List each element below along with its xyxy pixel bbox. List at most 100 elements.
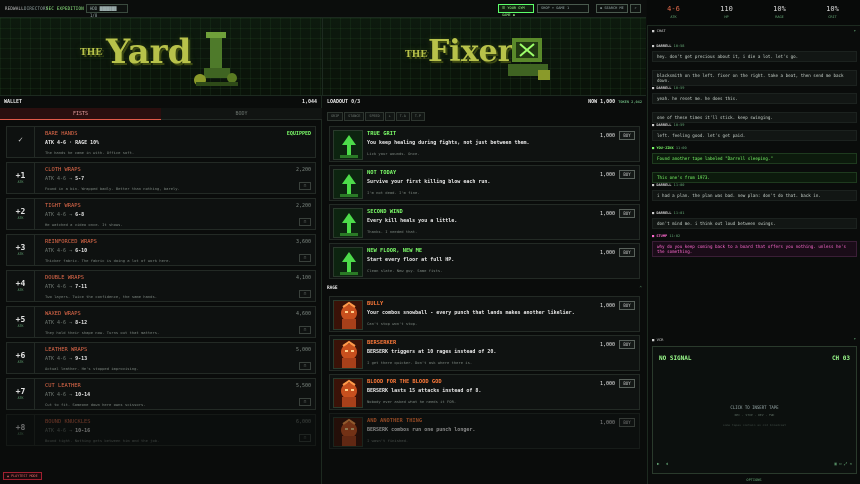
buy-button[interactable]: BUY — [619, 131, 635, 140]
fist-stat-target: 7-11 — [72, 284, 88, 290]
lock-icon: ⊓ — [299, 254, 311, 262]
fist-stat: ATK 4-6 → 5-7 — [45, 176, 84, 182]
fist-level-value: +3 — [15, 243, 26, 252]
filter-grip[interactable]: GRIP — [327, 112, 344, 121]
nav-expedition[interactable]: SEC EXPEDITION — [46, 6, 84, 11]
chat-text: This one's from 1973. — [652, 172, 857, 183]
perk-flavor: Nobody ever asked what he needs it FOR. — [367, 399, 457, 404]
fist-stat-target: 6-10 — [72, 248, 88, 254]
vcr-hint: some tapes contain an old broadcast — [722, 423, 787, 427]
insert-tape-cta[interactable]: CLICK TO INSERT TAPE — [653, 405, 856, 410]
perk-flavor: I'm not dead. I'm fine. — [367, 190, 420, 195]
fixer-logo-title: Fixer — [428, 34, 514, 69]
loadout-header: LOADOUT 0/3 NOW 1,000 TOKEN 2,042 — [323, 96, 646, 108]
fist-level-value: +8 — [15, 423, 26, 432]
shop-select[interactable]: SHOP ▾ GAME 1 — [537, 4, 589, 13]
chat-time: 11:02 — [669, 234, 681, 238]
buy-button[interactable]: BUY — [619, 379, 635, 388]
fist-stat-base: ATK 4-6 — [45, 212, 70, 218]
chat-text: don't mind me. i think out loud between … — [652, 218, 857, 229]
buy-button[interactable]: BUY — [619, 340, 635, 349]
chat-header-label: CHAT — [656, 28, 666, 33]
vcr-window-controls[interactable]: ▣ ▭ ⤢ ✕ — [834, 461, 852, 466]
perk-card[interactable]: BULLY Your combos snowball - every punch… — [329, 296, 640, 332]
fist-card[interactable]: +4 ATK DOUBLE WRAPS ATK 4-6 → 7-11 Two la… — [6, 270, 316, 302]
fist-level: ✓ — [7, 127, 35, 157]
fist-card[interactable]: ✓ BARE HANDS ATK 4-6 · RAGE 10% The hand… — [6, 126, 316, 158]
chat-text: one of these times it'll stick. keep swi… — [652, 112, 857, 123]
perk-price: 1,000 — [599, 172, 615, 178]
fist-stat: ATK 4-6 → 8-12 — [45, 320, 87, 326]
vcr-screen[interactable]: NO SIGNAL CH 03 CLICK TO INSERT TAPE REC… — [652, 346, 857, 474]
fist-level: +5 ATK — [7, 307, 35, 337]
filter-speed[interactable]: SPEED — [365, 112, 384, 121]
fist-stat: ATK 4-6 → 9-13 — [45, 356, 87, 362]
yard-logo-the: THE — [80, 48, 103, 58]
filter-slot-b[interactable]: T.A — [395, 112, 410, 121]
fist-stat: ATK 4-6 → 6-8 — [45, 212, 84, 218]
perk-card[interactable]: TRUE GRIT You keep healing during fights… — [329, 126, 640, 162]
buy-button[interactable]: BUY — [619, 209, 635, 218]
tape-meter-label: HDD — [90, 6, 98, 11]
nav-directory[interactable]: DIRECTORY — [24, 6, 48, 11]
fist-desc: Actual leather. He's stopped improvising… — [45, 366, 139, 371]
perk-price: 1,000 — [599, 342, 615, 348]
fist-desc: Thicker fabric. The fabric is doing a lo… — [45, 258, 171, 263]
buy-button[interactable]: BUY — [619, 170, 635, 179]
volume-icon[interactable]: ◖ — [666, 461, 668, 466]
chat-message: ■ DARRELL 11:00 i had a plan. the plan wa… — [652, 183, 857, 201]
chat-time: 11:00 — [673, 183, 685, 187]
perk-card[interactable]: SECOND WIND Every kill heals you a littl… — [329, 204, 640, 240]
nav-redwall[interactable]: REDWALL — [5, 6, 24, 11]
perk-card[interactable]: BLOOD FOR THE BLOOD GOD BERSERK lasts 15… — [329, 374, 640, 410]
playtest-mode-toggle[interactable]: ▲ PLAYTEST MODE — [3, 472, 42, 480]
fist-stat-base: ATK 4-6 — [45, 428, 70, 434]
chat-collapse-icon[interactable]: ▾ — [854, 28, 856, 33]
tab-body[interactable]: BODY — [161, 108, 322, 120]
options-footer[interactable]: OPTIONS — [648, 478, 860, 482]
perk-price: 1,000 — [599, 211, 615, 217]
tab-fists[interactable]: FISTS — [0, 108, 161, 120]
fist-card[interactable]: +7 ATK CUT LEATHER ATK 4-6 → 10-14 Cut to… — [6, 378, 316, 410]
perk-card[interactable]: AND ANOTHER THING BERSERK combos run one… — [329, 413, 640, 449]
gym-game-button[interactable]: ☰ YOUR GYM GAME ◆ — [498, 4, 534, 17]
buy-button[interactable]: BUY — [619, 248, 635, 257]
search-icon[interactable]: ⌕ — [630, 4, 641, 13]
now-value: 1,000 — [600, 99, 616, 105]
check-icon: ✓ — [18, 135, 23, 144]
fist-card[interactable]: +2 ATK TIGHT WRAPS ATK 4-6 → 6-8 He watch… — [6, 198, 316, 230]
fist-level: +1 ATK — [7, 163, 35, 193]
stat-label: ATK — [670, 15, 677, 19]
perk-name: TRUE GRIT — [367, 131, 397, 137]
play-icon[interactable]: ▶ — [657, 461, 659, 466]
rage-collapse-icon[interactable]: ⌃ — [639, 286, 642, 291]
fist-card[interactable]: +8 ATK BOUND KNUCKLES ATK 4-6 → 10-16 Bou… — [6, 414, 316, 446]
fist-stat-base: ATK 4-6 — [45, 392, 70, 398]
chat-text: blacksmith on the left. fixer on the rig… — [652, 70, 857, 86]
chat-header: ■ CHAT — [652, 28, 666, 33]
fist-card[interactable]: +6 ATK LEATHER WRAPS ATK 4-6 → 9-13 Actua… — [6, 342, 316, 374]
fist-card[interactable]: +1 ATK CLOTH WRAPS ATK 4-6 → 5-7 Found in… — [6, 162, 316, 194]
stat-label: RAGE — [775, 15, 784, 19]
vcr-collapse-icon[interactable]: ▾ — [854, 336, 856, 341]
fist-card[interactable]: +5 ATK WAXED WRAPS ATK 4-6 → 8-12 They ho… — [6, 306, 316, 338]
fist-card[interactable]: +3 ATK REINFORCED WRAPS ATK 4-6 → 6-10 Th… — [6, 234, 316, 266]
fixer-logo-the: THE — [405, 50, 428, 60]
filter-slot-c[interactable]: T.P — [410, 112, 425, 121]
lock-icon: ⊓ — [299, 434, 311, 442]
lock-icon: ⊓ — [299, 218, 311, 226]
perk-green-icon — [333, 130, 363, 160]
chat-author-name: DARRELL — [656, 86, 672, 90]
buy-button[interactable]: BUY — [619, 301, 635, 310]
perk-price: 1,000 — [599, 420, 615, 426]
filter-stance[interactable]: STANCE — [344, 112, 365, 121]
fist-stat: ATK 4-6 → 10-14 — [45, 392, 90, 398]
chat-message: ■ STUMP 11:02 why do you keep coming back… — [652, 234, 857, 257]
buy-button[interactable]: BUY — [619, 418, 635, 427]
perk-card[interactable]: BERSERKER BERSERK triggers at 10 rages i… — [329, 335, 640, 371]
perk-card[interactable]: NOT TODAY Survive your first killing blo… — [329, 165, 640, 201]
filter-slot-a[interactable]: ⟂ — [384, 112, 395, 121]
perk-card[interactable]: NEW FLOOR, NEW ME Start every floor at f… — [329, 243, 640, 279]
chat-time: 10:59 — [673, 123, 685, 127]
search-button[interactable]: ◆ SEARCH ME — [596, 4, 628, 13]
